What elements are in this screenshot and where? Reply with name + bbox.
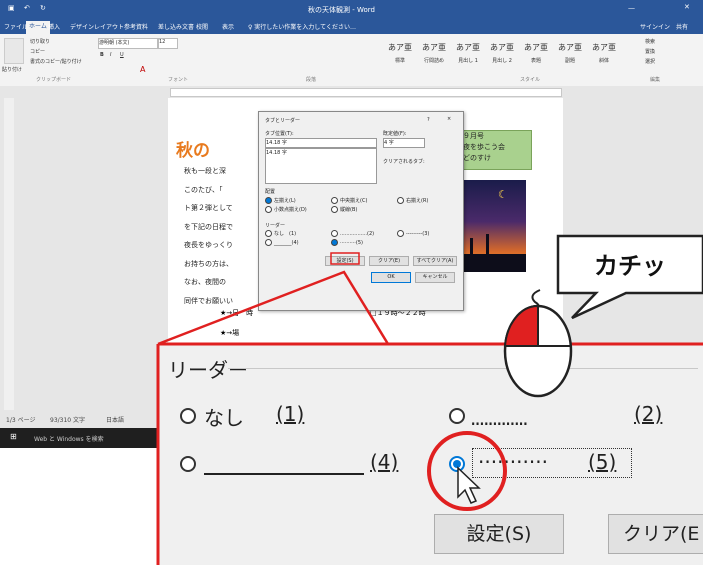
mouse-cursor-icon bbox=[457, 466, 481, 504]
small-highlight-rect bbox=[330, 252, 360, 265]
mouse-icon bbox=[503, 289, 573, 398]
zoom-connector bbox=[157, 270, 390, 346]
click-sound-text: カチッ bbox=[594, 252, 666, 280]
selection-circle bbox=[427, 431, 507, 511]
zoom-panel-border bbox=[156, 342, 703, 565]
annotation-overlay bbox=[156, 234, 703, 565]
